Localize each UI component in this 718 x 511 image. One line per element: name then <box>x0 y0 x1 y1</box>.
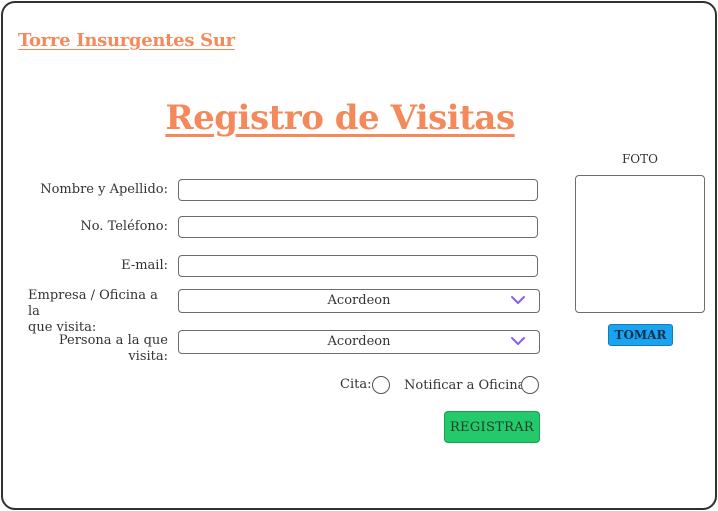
photo-preview <box>575 175 705 313</box>
take-photo-button[interactable]: TOMAR <box>608 324 673 346</box>
name-input[interactable] <box>178 179 538 201</box>
phone-input[interactable] <box>178 216 538 238</box>
person-select-value: Acordeon <box>327 334 391 349</box>
company-select-value: Acordeon <box>327 293 391 308</box>
person-label: Persona a la que visita: <box>58 333 168 364</box>
company-select[interactable]: Acordeon <box>178 289 540 313</box>
notify-label: Notificar a Oficina: <box>404 378 530 393</box>
photo-label: FOTO <box>621 152 658 166</box>
email-label: E-mail: <box>121 258 168 273</box>
email-input[interactable] <box>178 255 538 277</box>
company-label: Empresa / Oficina a la que visita: <box>28 288 168 336</box>
notify-toggle[interactable] <box>521 376 539 394</box>
register-button[interactable]: REGISTRAR <box>444 411 540 443</box>
brand-link[interactable]: Torre Insurgentes Sur <box>18 30 235 51</box>
appointment-label: Cita: <box>340 377 372 392</box>
page-title: Registro de Visitas <box>165 98 515 138</box>
name-label: Nombre y Apellido: <box>40 182 168 197</box>
chevron-down-icon <box>511 296 525 304</box>
chevron-down-icon <box>511 337 525 345</box>
appointment-toggle[interactable] <box>372 376 390 394</box>
company-label-line1: Empresa / Oficina a la <box>28 288 158 319</box>
person-select[interactable]: Acordeon <box>178 330 540 354</box>
phone-label: No. Teléfono: <box>80 219 168 234</box>
